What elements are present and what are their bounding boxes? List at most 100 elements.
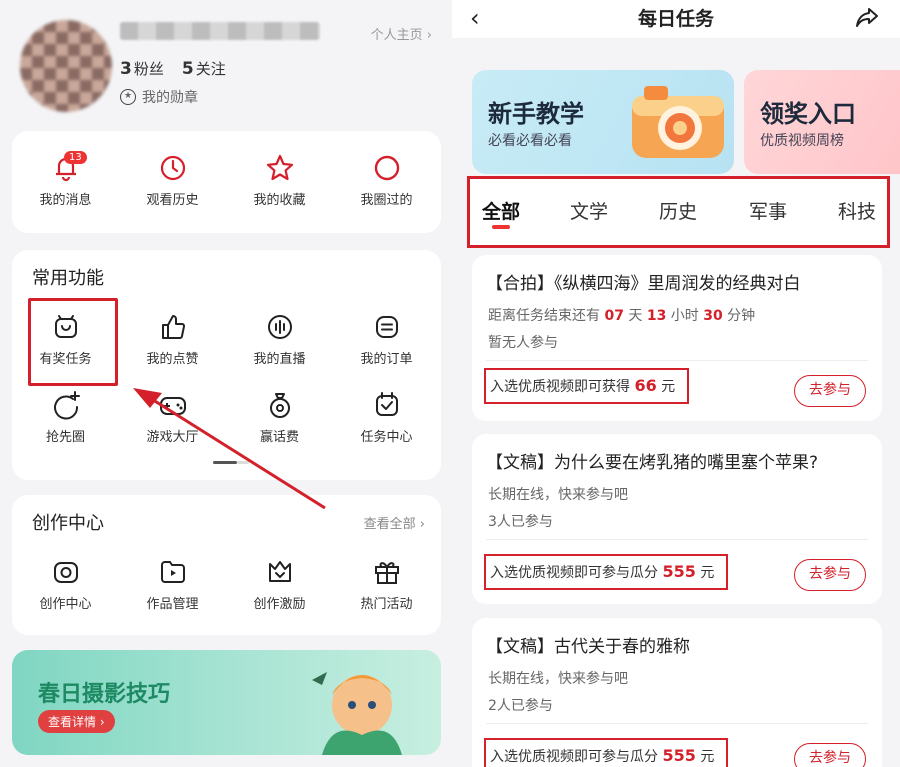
likes-button[interactable]: 我的点赞 xyxy=(119,312,226,367)
task-card[interactable]: 【文稿】古代关于春的雅称 长期在线，快来参与吧 2人已参与 入选优质视频即可参与… xyxy=(472,618,882,767)
works-manage-label: 作品管理 xyxy=(146,597,199,612)
circled-button[interactable]: 我圈过的 xyxy=(333,153,440,208)
tutorial-promo-title: 新手教学 xyxy=(488,100,584,128)
gamepad-icon xyxy=(158,390,188,420)
banner-detail-button[interactable]: 查看详情 › xyxy=(38,710,115,733)
tab-technology[interactable]: 科技 xyxy=(838,197,876,224)
tab-all[interactable]: 全部 xyxy=(482,197,520,224)
deadline-days-unit: 天 xyxy=(628,308,643,324)
deadline-hours: 13 xyxy=(646,308,667,324)
join-button[interactable]: 去参与 xyxy=(794,559,866,591)
star-icon xyxy=(265,153,295,183)
deadline-prefix: 距离任务结束还有 xyxy=(488,308,600,324)
fans-stat[interactable]: 3 粉丝 xyxy=(120,58,164,79)
task-participants: 3人已参与 xyxy=(488,514,553,530)
avatar[interactable] xyxy=(20,20,112,112)
task-deadline: 距离任务结束还有 07 天 13 小时 30 分钟 xyxy=(488,305,755,325)
view-all-link[interactable]: 查看全部 › xyxy=(364,513,425,532)
task-title: 【合拍】《纵横四海》里周润发的经典对白 xyxy=(486,274,801,294)
join-button[interactable]: 去参与 xyxy=(794,743,866,767)
task-card[interactable]: 【文稿】为什么要在烤乳猪的嘴里塞个苹果? 长期在线，快来参与吧 3人已参与 入选… xyxy=(472,434,882,604)
tab-literature[interactable]: 文学 xyxy=(570,197,608,224)
clock-icon xyxy=(158,153,188,183)
reward-amount: 555 xyxy=(662,746,696,765)
task-reward: 入选优质视频即可参与瓜分 555 元 xyxy=(484,554,729,590)
message-badge: 13 xyxy=(64,151,87,164)
tab-history[interactable]: 历史 xyxy=(659,197,697,224)
live-icon xyxy=(265,312,295,342)
common-functions-title: 常用功能 xyxy=(32,268,104,289)
spring-photo-banner[interactable]: 春日摄影技巧 查看详情 › xyxy=(12,650,441,755)
likes-label: 我的点赞 xyxy=(146,352,199,367)
reward-amount: 66 xyxy=(634,376,657,395)
creator-incentive-button[interactable]: 创作激励 xyxy=(226,557,333,612)
task-participants: 2人已参与 xyxy=(488,698,553,714)
reward-unit: 元 xyxy=(700,749,715,765)
reward-unit: 元 xyxy=(661,379,676,395)
fans-label: 粉丝 xyxy=(133,60,164,78)
camera-illustration xyxy=(632,86,724,158)
medal-link[interactable]: ★ 我的勋章 xyxy=(120,87,198,107)
page-indicator xyxy=(213,461,249,464)
calendar-check-icon xyxy=(372,390,402,420)
reward-prefix: 入选优质视频即可参与瓜分 xyxy=(490,565,658,581)
crown-icon xyxy=(265,557,295,587)
share-icon[interactable] xyxy=(854,4,880,30)
history-button[interactable]: 观看历史 xyxy=(119,153,226,208)
homepage-link[interactable]: 个人主页 › xyxy=(371,24,432,43)
profile-header: 个人主页 › 3 粉丝 5 关注 ★ 我的勋章 xyxy=(0,0,452,125)
daily-tasks-panel: ‹ 每日任务 新手教学 必看必看必看 领奖入口 优质视频周榜 全部 文学 历史 … xyxy=(452,0,900,767)
order-icon xyxy=(372,312,402,342)
favorites-button[interactable]: 我的收藏 xyxy=(226,153,333,208)
profile-stats: 3 粉丝 5 关注 xyxy=(120,58,226,79)
reward-unit: 元 xyxy=(700,565,715,581)
fans-count: 3 xyxy=(120,59,132,79)
history-label: 观看历史 xyxy=(146,193,199,208)
circle-icon xyxy=(372,153,402,183)
divider xyxy=(486,723,868,724)
reward-task-highlight xyxy=(28,298,118,386)
divider xyxy=(486,539,868,540)
works-manage-button[interactable]: 作品管理 xyxy=(119,557,226,612)
task-reward: 入选优质视频即可获得 66 元 xyxy=(484,368,690,404)
creator-center-label: 创作中心 xyxy=(39,597,92,612)
tutorial-promo-card[interactable]: 新手教学 必看必看必看 xyxy=(472,70,734,174)
game-hall-button[interactable]: 游戏大厅 xyxy=(119,390,226,445)
orders-button[interactable]: 我的订单 xyxy=(333,312,440,367)
task-card[interactable]: 【合拍】《纵横四海》里周润发的经典对白 距离任务结束还有 07 天 13 小时 … xyxy=(472,255,882,421)
creator-center-button[interactable]: 创作中心 xyxy=(12,557,119,612)
hot-events-button[interactable]: 热门活动 xyxy=(333,557,440,612)
reward-amount: 555 xyxy=(662,562,696,581)
early-circle-button[interactable]: 抢先圈 xyxy=(12,390,119,445)
top-bar: ‹ 每日任务 xyxy=(452,0,900,38)
join-button[interactable]: 去参与 xyxy=(794,375,866,407)
task-title: 【文稿】为什么要在烤乳猪的嘴里塞个苹果? xyxy=(486,453,819,473)
deadline-minutes: 30 xyxy=(703,308,723,324)
username-blurred xyxy=(120,22,320,40)
deadline-minutes-unit: 分钟 xyxy=(727,308,756,324)
reward-entry-promo-card[interactable]: 领奖入口 优质视频周榜 xyxy=(744,70,900,174)
creation-center-title: 创作中心 xyxy=(32,513,104,534)
medal-label: 我的勋章 xyxy=(142,90,198,106)
creator-incentive-label: 创作激励 xyxy=(253,597,306,612)
reward-entry-title: 领奖入口 xyxy=(760,100,856,128)
page-title: 每日任务 xyxy=(637,8,714,30)
banner-title: 春日摄影技巧 xyxy=(38,682,171,707)
task-center-label: 任务中心 xyxy=(360,430,413,445)
follow-stat[interactable]: 5 关注 xyxy=(182,58,226,79)
follow-label: 关注 xyxy=(195,60,226,78)
live-button[interactable]: 我的直播 xyxy=(226,312,333,367)
messages-button[interactable]: 13 我的消息 xyxy=(12,151,119,208)
task-center-button[interactable]: 任务中心 xyxy=(333,390,440,445)
circle-plus-icon xyxy=(51,390,81,420)
game-hall-label: 游戏大厅 xyxy=(146,430,199,445)
profile-panel: 个人主页 › 3 粉丝 5 关注 ★ 我的勋章 13 我的消息 观看历史 我的收… xyxy=(0,0,452,767)
follow-count: 5 xyxy=(181,59,194,79)
divider xyxy=(486,360,868,361)
video-folder-icon xyxy=(158,557,188,587)
tab-military[interactable]: 军事 xyxy=(749,197,787,224)
win-credit-button[interactable]: 赢话费 xyxy=(226,390,333,445)
task-status: 长期在线，快来参与吧 xyxy=(488,671,628,687)
early-circle-label: 抢先圈 xyxy=(45,430,85,445)
task-participants: 暂无人参与 xyxy=(488,335,558,351)
